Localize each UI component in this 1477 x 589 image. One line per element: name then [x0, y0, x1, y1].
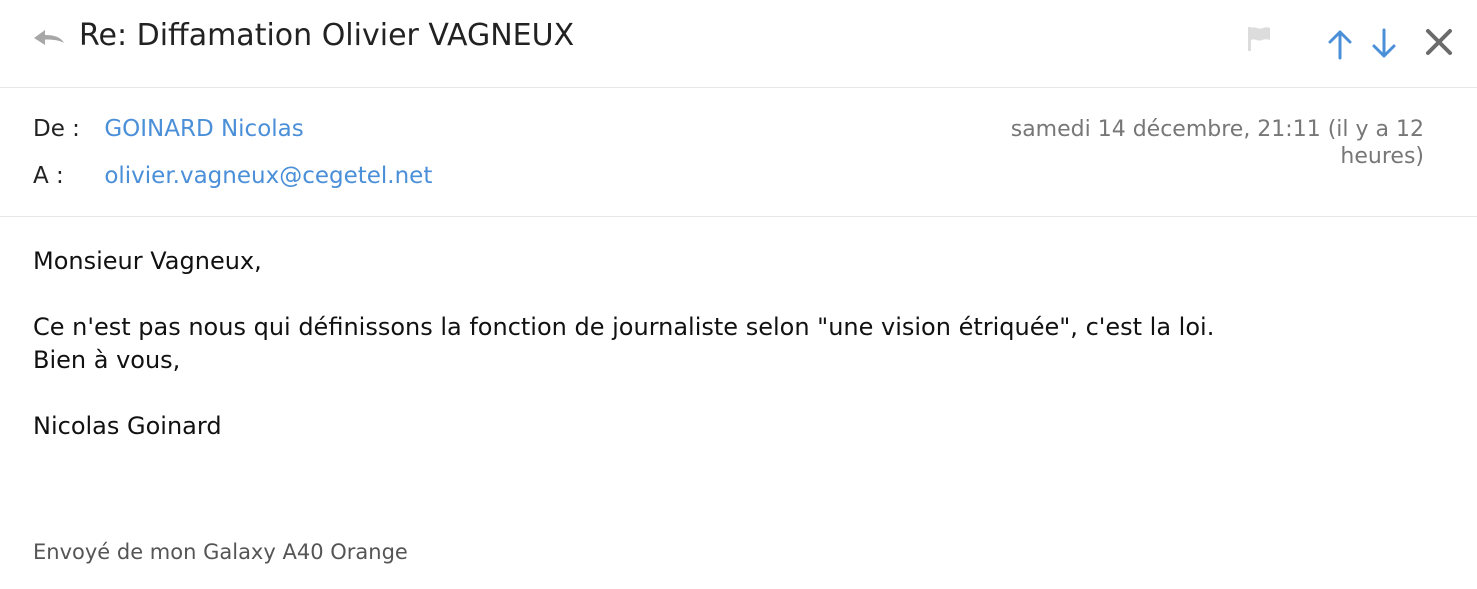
recipient-link[interactable]: olivier.vagneux@cegetel.net	[104, 163, 432, 189]
close-icon[interactable]	[1424, 27, 1454, 57]
greeting: Monsieur Vagneux,	[33, 247, 262, 275]
message-body: Monsieur Vagneux, Ce n'est pas nous qui …	[33, 245, 1214, 443]
arrow-up-icon[interactable]	[1326, 28, 1354, 60]
to-label: A :	[33, 163, 64, 189]
body-line: Ce n'est pas nous qui définissons la fon…	[33, 313, 1215, 341]
message-header: Re: Diffamation Olivier VAGNEUX	[0, 0, 1477, 88]
sent-from-device: Envoyé de mon Galaxy A40 Orange	[33, 540, 408, 564]
message-meta: De : GOINARD Nicolas A : olivier.vagneux…	[0, 88, 1477, 217]
signature-name: Nicolas Goinard	[33, 412, 222, 440]
from-label: De :	[33, 116, 80, 142]
flag-icon[interactable]	[1245, 24, 1273, 54]
sender-link[interactable]: GOINARD Nicolas	[104, 116, 303, 142]
reply-icon[interactable]	[32, 24, 66, 54]
closing: Bien à vous,	[33, 346, 181, 374]
message-date: samedi 14 décembre, 21:11 (il y a 12 heu…	[1010, 117, 1424, 169]
to-row: A : olivier.vagneux@cegetel.net	[33, 163, 432, 189]
message-subject: Re: Diffamation Olivier VAGNEUX	[79, 18, 575, 53]
from-row: De : GOINARD Nicolas	[33, 116, 304, 142]
arrow-down-icon[interactable]	[1370, 28, 1398, 60]
